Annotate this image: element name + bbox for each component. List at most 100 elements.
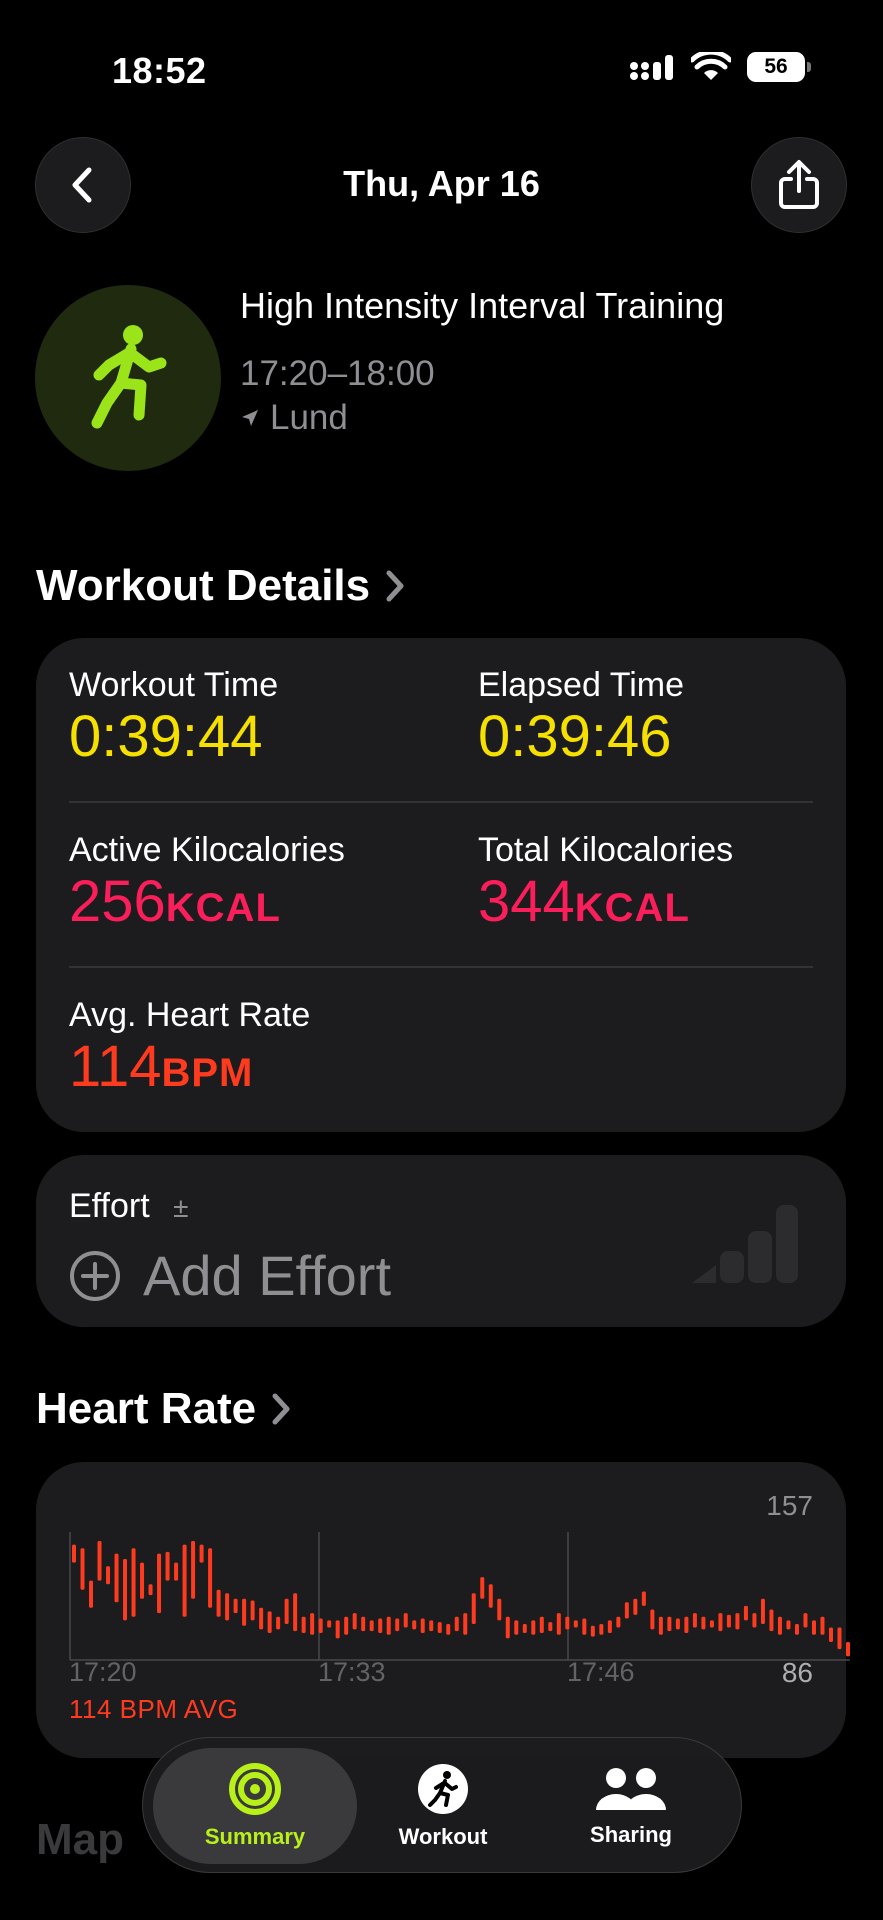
heart-rate-bar — [250, 1600, 255, 1621]
heart-rate-bar — [233, 1598, 238, 1614]
active-kcal-value: 256KCAL — [69, 871, 345, 933]
tab-sharing[interactable]: Sharing — [529, 1748, 733, 1864]
heart-rate-header[interactable]: Heart Rate — [36, 1384, 292, 1434]
share-button[interactable] — [751, 137, 847, 233]
heart-rate-bar — [318, 1618, 323, 1633]
heart-rate-bar — [361, 1616, 366, 1632]
tab-label: Summary — [204, 1824, 306, 1849]
effort-card[interactable]: Effort ± Add Effort — [36, 1155, 846, 1327]
active-kcal-metric: Active Kilocalories 256KCAL — [69, 831, 345, 933]
tab-label: Sharing — [590, 1822, 672, 1847]
workout-details-header[interactable]: Workout Details — [36, 561, 406, 611]
heart-rate-bar — [97, 1541, 102, 1581]
workout-details-card[interactable]: Workout Time 0:39:44 Elapsed Time 0:39:4… — [36, 638, 846, 1132]
heart-rate-bar — [573, 1620, 578, 1628]
heart-rate-card[interactable]: 157 17:20 17:33 17:46 86 114 BPM AVG — [36, 1462, 850, 1758]
heart-rate-bar — [667, 1616, 672, 1632]
heart-rate-bar — [301, 1616, 306, 1633]
heart-rate-bar — [616, 1616, 621, 1628]
heart-rate-bar — [395, 1618, 400, 1632]
heart-rate-bar — [259, 1607, 264, 1630]
heart-rate-bar — [471, 1593, 476, 1624]
effort-level-icon — [692, 1205, 798, 1283]
heart-rate-bar — [777, 1616, 782, 1635]
heart-rate-bar — [454, 1616, 459, 1632]
bpm-unit: BPM — [161, 1051, 254, 1095]
heart-rate-bar — [386, 1616, 391, 1635]
workout-time-label: Workout Time — [69, 666, 279, 704]
heart-rate-bar — [446, 1623, 451, 1635]
heart-rate-bar — [369, 1620, 374, 1632]
heart-rate-bar — [335, 1620, 340, 1639]
heart-rate-bar — [276, 1616, 281, 1630]
x-tick-label: 17:33 — [318, 1657, 386, 1687]
heart-rate-bar — [675, 1618, 680, 1630]
heart-rate-bar — [590, 1625, 595, 1637]
heart-rate-bar — [692, 1613, 697, 1628]
heart-rate-bar — [148, 1584, 153, 1596]
elapsed-time-label: Elapsed Time — [478, 666, 684, 704]
add-effort-label: Add Effort — [143, 1244, 392, 1307]
heart-rate-bar — [352, 1613, 357, 1630]
workout-time-range: 17:20–18:00 — [240, 354, 435, 393]
chevron-right-icon — [386, 570, 404, 602]
share-icon — [779, 160, 819, 209]
heart-rate-bar — [403, 1613, 408, 1628]
workout-type-badge — [35, 285, 221, 471]
heart-rate-bar — [803, 1613, 808, 1628]
avg-heart-rate-value: 114BPM — [69, 1034, 310, 1099]
workout-location: Lund — [240, 398, 348, 438]
heart-rate-bar — [514, 1620, 519, 1635]
heart-rate-bar — [157, 1553, 162, 1614]
heart-rate-bar — [752, 1613, 757, 1628]
heart-rate-bar — [828, 1627, 833, 1642]
heart-rate-bar — [522, 1623, 527, 1633]
cellular-signal-icon — [630, 55, 673, 80]
heart-rate-bar — [182, 1544, 187, 1617]
divider — [69, 966, 813, 968]
activity-rings-icon — [229, 1763, 281, 1815]
heart-rate-bar — [114, 1553, 119, 1603]
people-icon — [596, 1768, 666, 1810]
heart-rate-bar — [786, 1620, 791, 1630]
heart-rate-bar — [565, 1616, 570, 1630]
avg-heart-rate-number: 114 — [69, 1034, 162, 1099]
location-arrow-icon — [242, 410, 258, 426]
heart-rate-bar — [684, 1616, 689, 1633]
heart-rate-bar — [437, 1622, 442, 1633]
tab-workout[interactable]: Workout — [341, 1748, 545, 1864]
total-kcal-value: 344KCAL — [478, 871, 733, 933]
heart-rate-bar — [633, 1598, 638, 1615]
heart-rate-bar — [701, 1616, 706, 1630]
heart-rate-bar — [327, 1620, 332, 1628]
heart-rate-bar — [123, 1559, 128, 1621]
plus-minus-icon: ± — [173, 1192, 189, 1223]
tab-label: Workout — [398, 1824, 488, 1849]
kcal-unit: KCAL — [165, 886, 281, 930]
wifi-icon — [691, 52, 731, 80]
heart-rate-bar — [284, 1598, 289, 1624]
heart-rate-bar — [539, 1616, 544, 1633]
status-time: 18:52 — [112, 50, 207, 91]
workout-time-metric: Workout Time 0:39:44 — [69, 666, 278, 768]
runner-icon — [418, 1764, 468, 1814]
workout-time-value: 0:39:44 — [69, 704, 263, 769]
heart-rate-bar — [140, 1562, 145, 1599]
map-section-title[interactable]: Map — [36, 1815, 124, 1865]
battery-icon: 56 — [747, 52, 811, 82]
heart-rate-bar — [480, 1577, 485, 1599]
workout-details-title: Workout Details — [36, 561, 371, 610]
heart-rate-bar — [463, 1613, 468, 1635]
effort-title: Effort — [69, 1187, 150, 1225]
heart-rate-bar — [225, 1593, 230, 1621]
heart-rate-bar — [174, 1562, 179, 1581]
heart-rate-bar — [658, 1616, 663, 1635]
heart-rate-chart — [69, 1532, 850, 1661]
heart-rate-bar — [420, 1618, 425, 1633]
elapsed-time-value: 0:39:46 — [478, 704, 672, 769]
heart-rate-bar — [641, 1591, 646, 1606]
add-effort-button[interactable]: Add Effort — [69, 1243, 391, 1308]
effort-label: Effort ± — [69, 1187, 188, 1226]
tab-summary[interactable]: Summary — [153, 1748, 357, 1864]
heart-rate-bar — [293, 1593, 298, 1632]
